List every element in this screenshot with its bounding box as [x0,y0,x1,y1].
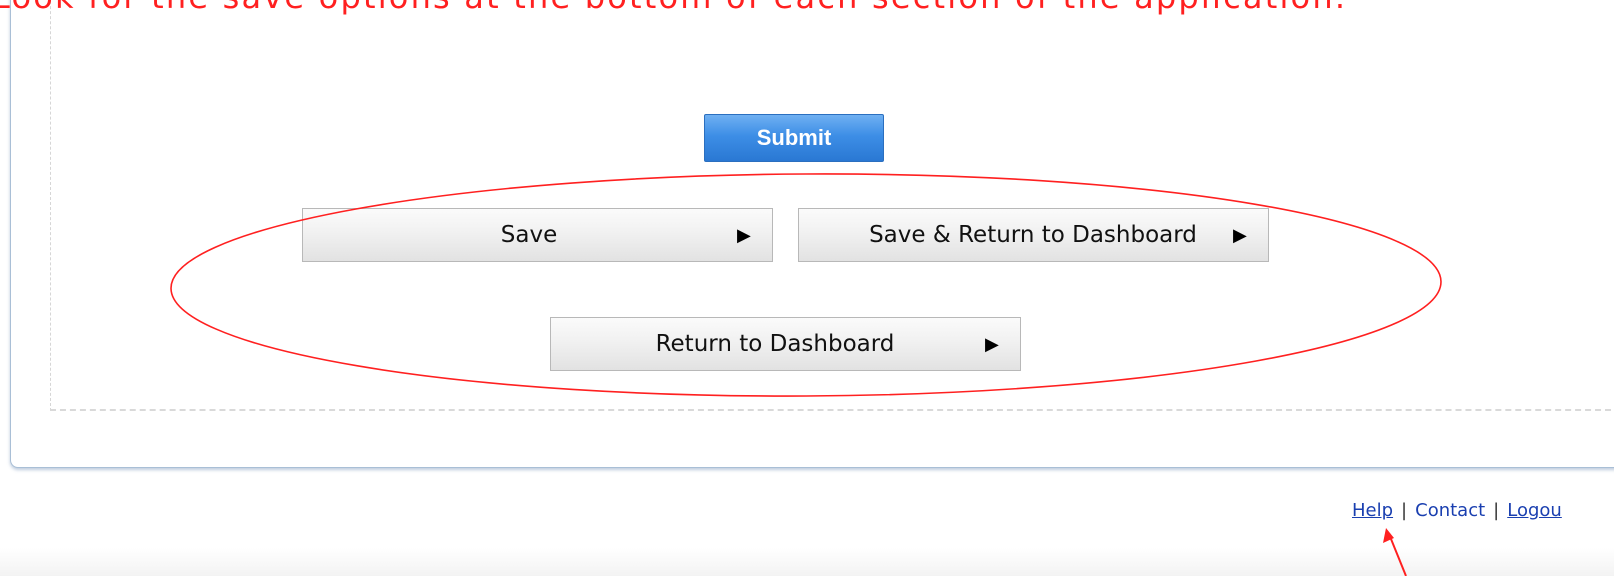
page: Look for the save options at the bottom … [0,0,1614,576]
logout-link[interactable]: Logou [1507,500,1562,521]
help-link[interactable]: Help [1352,500,1393,521]
annotation-caption: Look for the save options at the bottom … [0,0,1347,16]
save-and-return-button-label: Save & Return to Dashboard [869,222,1197,248]
save-and-return-button[interactable]: Save & Return to Dashboard ▶ [798,208,1269,262]
submit-button[interactable]: Submit [704,114,884,162]
return-to-dashboard-button-label: Return to Dashboard [655,331,895,357]
play-arrow-icon: ▶ [985,333,999,355]
footer-separator: | [1401,500,1408,521]
save-button-label: Save [500,222,558,248]
play-arrow-icon: ▶ [1233,224,1247,246]
footer-links: Help | Contact | Logou [1352,500,1562,521]
play-arrow-icon: ▶ [737,224,751,246]
contact-link[interactable]: Contact [1415,500,1485,521]
return-to-dashboard-button[interactable]: Return to Dashboard ▶ [550,317,1021,371]
save-button[interactable]: Save ▶ [302,208,773,262]
footer-separator: | [1493,500,1500,521]
footer-band [0,548,1614,576]
